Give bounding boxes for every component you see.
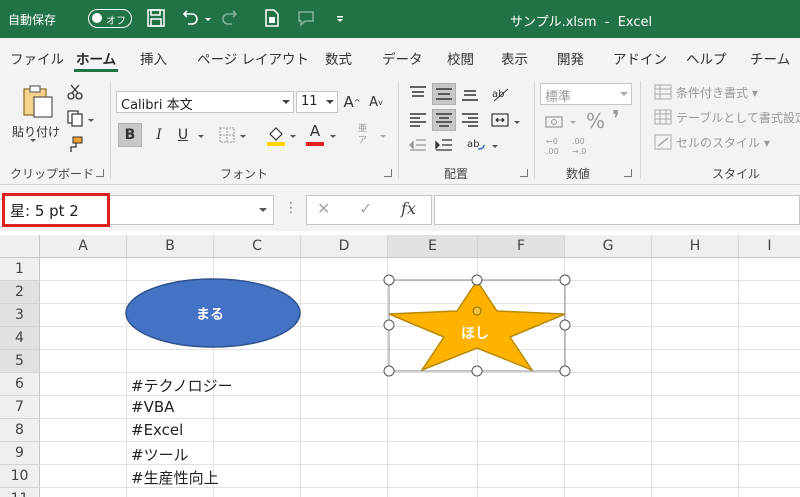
- oval-shape-text: まる: [196, 307, 224, 323]
- resize-handle-nw[interactable]: [383, 274, 395, 286]
- resize-handle-e[interactable]: [559, 319, 571, 331]
- resize-handle-w[interactable]: [383, 319, 395, 331]
- resize-handle-sw[interactable]: [383, 365, 395, 377]
- resize-handle-ne[interactable]: [559, 274, 571, 286]
- resize-handle-n[interactable]: [471, 274, 483, 286]
- adjust-handle[interactable]: [472, 306, 482, 316]
- resize-handle-se[interactable]: [559, 365, 571, 377]
- resize-handle-s[interactable]: [471, 365, 483, 377]
- star-shape-text: ほし: [461, 326, 489, 342]
- shapes-layer: [125, 274, 571, 377]
